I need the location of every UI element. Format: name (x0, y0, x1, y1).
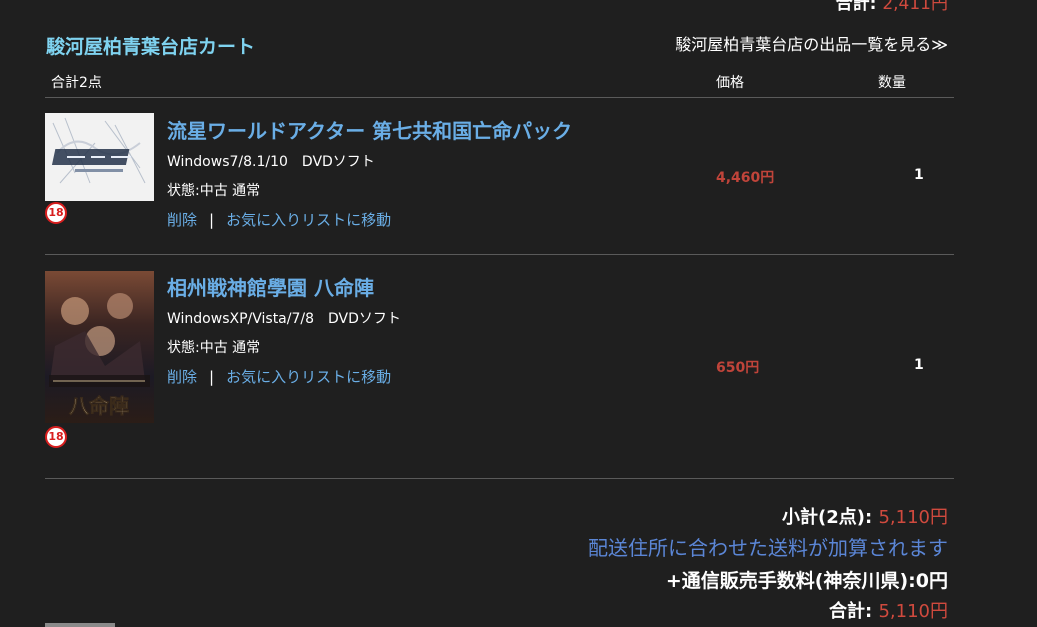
total-amount: 5,110円 (878, 601, 948, 622)
item-2-actions: 削除 | お気に入りリストに移動 (167, 366, 391, 387)
game-cover-art-2: 八命陣 (45, 271, 154, 423)
item-1-actions: 削除 | お気に入りリストに移動 (167, 209, 391, 230)
quantity-column-header: 数量 (878, 75, 906, 91)
total-label: 合計: (828, 601, 873, 622)
cart-total: 合計: 5,110円 (829, 597, 948, 623)
item-1-delete-link[interactable]: 削除 (167, 211, 197, 229)
item-2-price: 650円 (716, 360, 760, 376)
action-separator: | (209, 368, 215, 386)
item-count-header: 合計2点 (51, 75, 102, 91)
game-cover-art-1 (45, 113, 154, 201)
price-column-header: 価格 (716, 75, 744, 91)
action-separator: | (209, 211, 215, 229)
item-2-quantity: 1 (914, 357, 924, 373)
previous-total-amount: 2,411円 (882, 0, 948, 14)
item-1-quantity: 1 (914, 167, 924, 183)
item-1-price: 4,460円 (716, 170, 775, 186)
item-1-platform: Windows7/8.1/10 DVDソフト (167, 154, 375, 170)
cod-fee-line: +通信販売手数料(神奈川県):0円 (665, 570, 948, 592)
item-2-delete-link[interactable]: 削除 (167, 368, 197, 386)
shop-listing-link[interactable]: 駿河屋柏青葉台店の出品一覧を見る≫ (675, 31, 948, 55)
item-1-condition: 状態:中古 通常 (167, 183, 261, 199)
subtotal: 小計(2点): 5,110円 (782, 503, 948, 529)
shop-cart-title: 駿河屋柏青葉台店カート (46, 36, 256, 58)
item-2-condition: 状態:中古 通常 (167, 340, 261, 356)
item-2-platform: WindowsXP/Vista/7/8 DVDソフト (167, 311, 401, 327)
item-2-thumbnail[interactable]: 八命陣 (45, 271, 154, 423)
adult-rating-18-icon: 18 (45, 202, 67, 224)
item-1-move-to-favorites-link[interactable]: お気に入りリストに移動 (226, 211, 391, 229)
adult-rating-18-icon: 18 (45, 426, 67, 448)
item-2-title-link[interactable]: 相州戦神館學園 八命陣 (167, 272, 374, 301)
shipping-fee-note: 配送住所に合わせた送料が加算されます (588, 536, 948, 560)
items-bottom-divider (45, 478, 954, 479)
subtotal-amount: 5,110円 (878, 507, 948, 528)
item-1-thumbnail[interactable] (45, 113, 154, 201)
previous-cart-total: 合計: 2,411円 (836, 0, 948, 14)
previous-total-label: 合計: (835, 0, 877, 14)
cover-title-text: 八命陣 (69, 394, 129, 418)
item-1-title-link[interactable]: 流星ワールドアクター 第七共和国亡命パック (167, 115, 572, 144)
item-2-move-to-favorites-link[interactable]: お気に入りリストに移動 (226, 368, 391, 386)
subtotal-label: 小計(2点): (782, 507, 873, 528)
bottom-button-edge[interactable] (45, 623, 115, 627)
header-divider (45, 97, 954, 98)
item-divider (45, 254, 954, 255)
